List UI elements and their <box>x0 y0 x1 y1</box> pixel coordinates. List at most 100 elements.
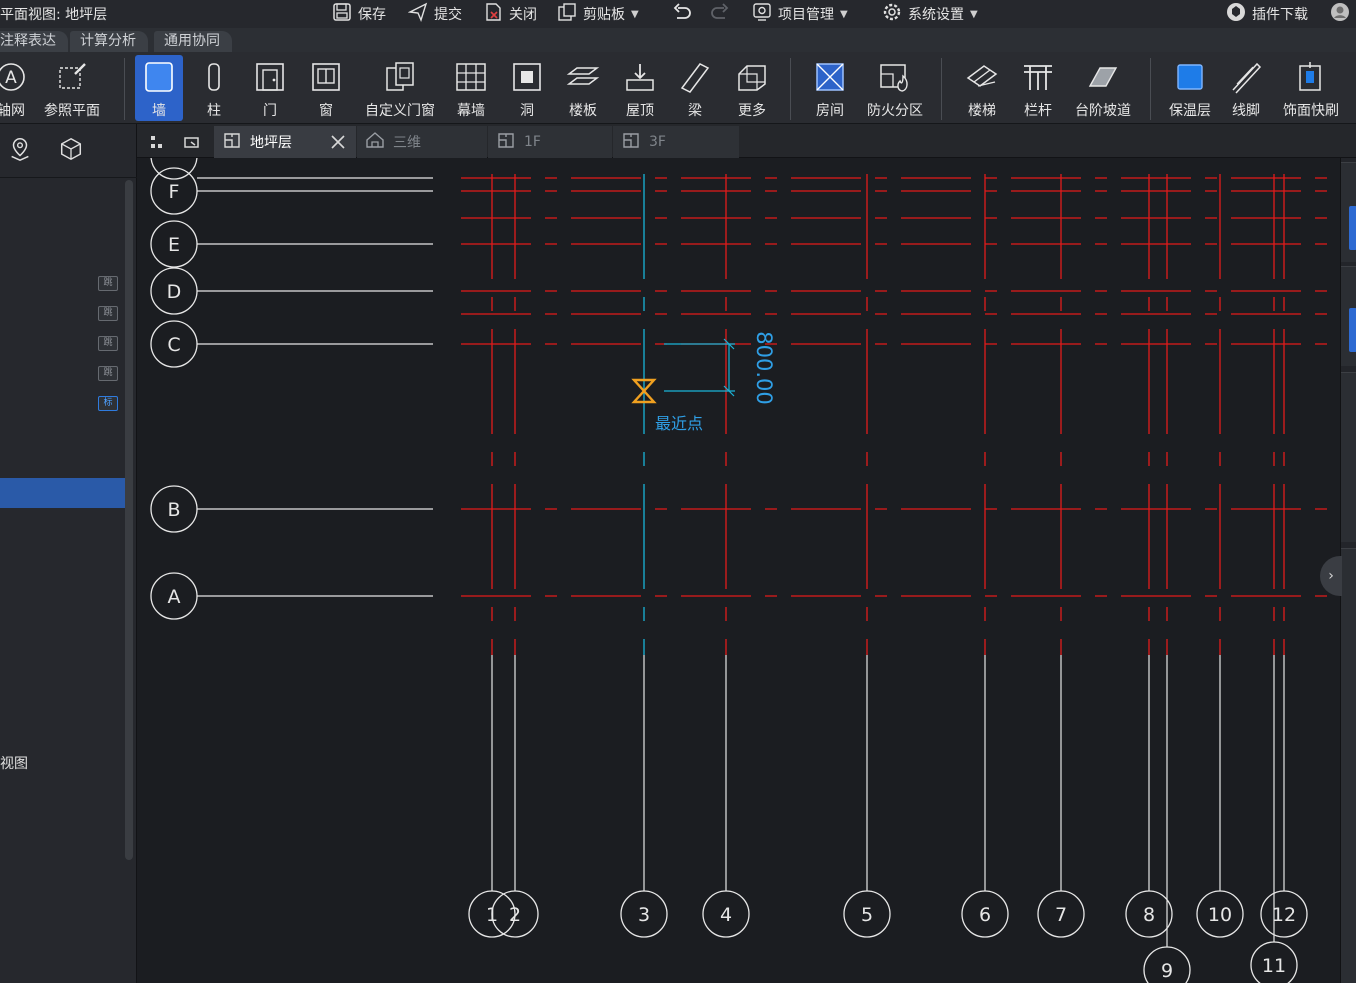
tool-room[interactable]: 房间 <box>810 52 850 124</box>
tool-more-label: 更多 <box>738 103 766 119</box>
undo-button[interactable] <box>672 3 692 25</box>
panel-chip[interactable]: 跳 <box>98 276 118 291</box>
tool-axis-grid-label: 轴网 <box>0 103 25 119</box>
right-panel-accent <box>1349 206 1356 250</box>
view-tree-item[interactable]: 视图 <box>0 753 28 773</box>
tool-slab[interactable]: 楼板 <box>563 52 603 124</box>
door-icon <box>252 58 288 96</box>
floor-plan-icon <box>222 130 242 154</box>
tool-molding[interactable]: 线脚 <box>1226 52 1266 124</box>
tab-1f[interactable]: 1F <box>488 126 612 158</box>
tool-column[interactable]: 柱 <box>196 52 232 124</box>
window-restore-icon <box>183 136 201 155</box>
panel-chip[interactable]: 跳 <box>98 306 118 321</box>
row-axis-label: E <box>168 234 180 256</box>
tool-fire-zone[interactable]: 防火分区 <box>862 52 928 124</box>
column-icon <box>196 58 232 96</box>
house-3d-icon <box>365 130 385 154</box>
tool-fire-zone-label: 防火分区 <box>867 103 923 119</box>
tool-opening-label: 洞 <box>520 103 534 119</box>
tool-reference-plane-label: 参照平面 <box>44 103 100 119</box>
tool-finish-brush[interactable]: 饰面快刷 <box>1278 52 1344 124</box>
tool-roof-label: 屋顶 <box>626 103 654 119</box>
save-icon <box>332 2 352 26</box>
tab-restore-button[interactable] <box>183 133 201 155</box>
tool-railing-label: 栏杆 <box>1024 103 1052 119</box>
panel-chip[interactable]: 跳 <box>98 336 118 351</box>
close-tab-icon[interactable] <box>328 132 348 156</box>
finish-brush-icon <box>1293 58 1329 96</box>
submit-label: 提交 <box>434 7 462 23</box>
plugin-download-button[interactable]: 插件下载 <box>1226 3 1308 25</box>
tool-beam[interactable]: 梁 <box>677 52 713 124</box>
project-management-menu[interactable]: 项目管理 ▼ <box>752 3 848 25</box>
tab-ground-floor[interactable]: 地坪层 <box>214 126 356 158</box>
tab-collaboration[interactable]: 通用协同 <box>154 31 232 52</box>
tab-3f[interactable]: 3F <box>613 126 739 158</box>
tool-door[interactable]: 门 <box>252 52 288 124</box>
ribbon-separator <box>124 58 125 120</box>
clipboard-label: 剪贴板 <box>583 7 625 23</box>
redo-icon <box>710 2 730 26</box>
selected-tree-item[interactable] <box>0 478 125 508</box>
opening-icon <box>509 58 545 96</box>
right-panel-section[interactable] <box>1341 372 1356 542</box>
model-view-button[interactable] <box>54 134 88 168</box>
insulation-icon <box>1172 58 1208 96</box>
system-settings-icon <box>882 2 902 26</box>
panel-scrollbar[interactable] <box>125 180 133 860</box>
tool-stair[interactable]: 楼梯 <box>962 52 1002 124</box>
chevron-down-icon: ▼ <box>970 8 978 20</box>
curtain-wall-icon <box>453 58 489 96</box>
right-panel-accent <box>1349 308 1356 352</box>
tool-window-label: 窗 <box>319 103 333 119</box>
tool-finish-brush-label: 饰面快刷 <box>1283 103 1339 119</box>
close-file-button[interactable]: 关闭 <box>483 3 537 25</box>
tool-insulation[interactable]: 保温层 <box>1164 52 1216 124</box>
tool-insulation-label: 保温层 <box>1169 103 1211 119</box>
dimension-value-text: 800.00 <box>752 331 776 404</box>
close-file-icon <box>483 2 503 26</box>
cube-icon <box>58 136 84 166</box>
tab-calculation[interactable]: 计算分析 <box>70 31 148 52</box>
user-avatar[interactable] <box>1330 3 1350 25</box>
tool-ramp[interactable]: 台阶坡道 <box>1070 52 1136 124</box>
floor-plan-icon <box>496 130 516 154</box>
panel-chip[interactable]: 跳 <box>98 366 118 381</box>
tool-reference-plane[interactable]: 参照平面 <box>40 52 104 124</box>
locate-button[interactable] <box>3 134 37 168</box>
room-icon <box>812 58 848 96</box>
tool-custom-door-window[interactable]: 自定义门窗 <box>360 52 440 124</box>
clipboard-menu[interactable]: 剪贴板 ▼ <box>557 3 639 25</box>
column-axis-label: 8 <box>1143 904 1155 926</box>
drawing-canvas[interactable]: F E D C B A 1 2 3 4 5 6 7 8 9 10 11 12 800.00 最近点 <box>137 158 1340 983</box>
tab-list-button[interactable] <box>147 133 165 155</box>
tool-window[interactable]: 窗 <box>308 52 344 124</box>
tool-railing[interactable]: 栏杆 <box>1018 52 1058 124</box>
column-axis-label: 2 <box>509 904 521 926</box>
tab-annotation[interactable]: 注释表达 <box>0 31 68 52</box>
submit-button[interactable]: 提交 <box>407 2 462 25</box>
tool-opening[interactable]: 洞 <box>509 52 545 124</box>
system-settings-menu[interactable]: 系统设置 ▼ <box>882 3 978 25</box>
column-axis-label: 9 <box>1161 960 1173 982</box>
tool-curtain-wall[interactable]: 幕墙 <box>451 52 491 124</box>
clipboard-icon <box>557 2 577 26</box>
column-axis-label: 5 <box>861 904 873 926</box>
tab-label: 1F <box>524 134 541 150</box>
row-axis-label: F <box>169 181 180 203</box>
tool-beam-label: 梁 <box>688 103 702 119</box>
panel-chip-active[interactable]: 标 <box>98 396 118 411</box>
window-title: 平面视图: 地坪层 <box>0 7 108 23</box>
tool-more[interactable]: 更多 <box>732 52 772 124</box>
right-panel-section[interactable] <box>1341 548 1356 983</box>
tab-3d[interactable]: 三维 <box>357 126 487 158</box>
redo-button[interactable] <box>710 3 730 25</box>
tool-axis-grid[interactable]: A 轴网 <box>0 52 28 124</box>
ribbon-toolbar: A 轴网 参照平面 墙 柱 门 窗 自定义门窗 幕墙 洞 楼板 屋顶 梁 更多 … <box>0 52 1356 124</box>
ribbon-separator <box>1150 58 1151 120</box>
tool-wall[interactable]: 墙 <box>135 55 183 121</box>
tool-roof[interactable]: 屋顶 <box>620 52 660 124</box>
save-button[interactable]: 保存 <box>332 3 386 25</box>
railing-icon <box>1020 58 1056 96</box>
